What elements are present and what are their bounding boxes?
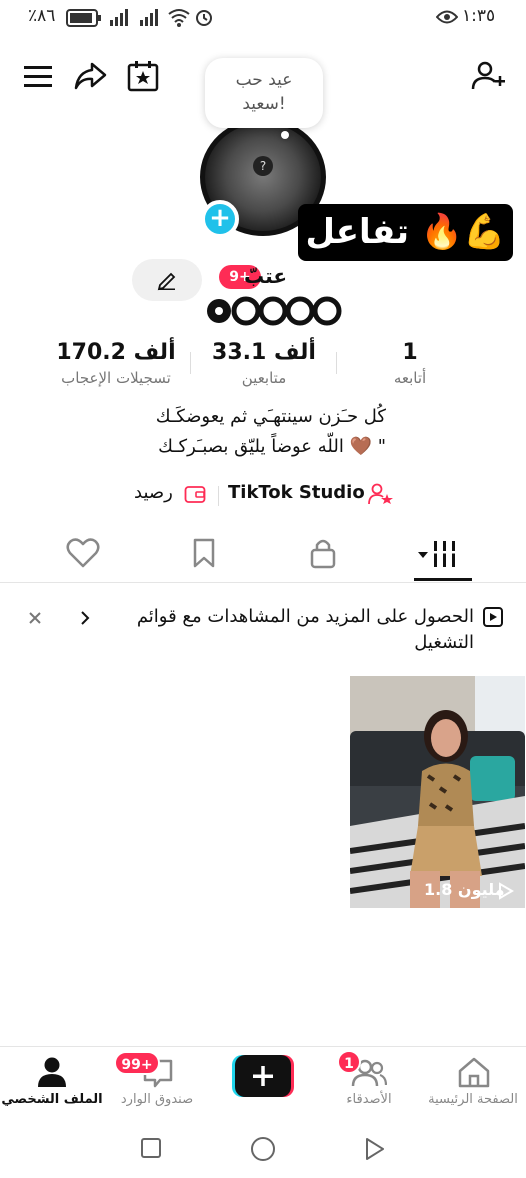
bubble-line-1: عيد حب xyxy=(235,70,293,90)
playlist-icon xyxy=(483,607,503,627)
videos-grid-tab[interactable] xyxy=(416,537,460,571)
nav-home[interactable]: الصفحة الرئيسية xyxy=(418,1050,526,1114)
nav-friends[interactable]: الأصدقاء xyxy=(314,1050,424,1114)
balance-link[interactable]: رصيد xyxy=(134,482,173,503)
profile-name: عتبّ xyxy=(244,264,287,288)
wallet-icon xyxy=(184,486,206,503)
chevron-right-icon[interactable] xyxy=(78,610,92,626)
creator-icon xyxy=(368,483,393,505)
signal-icon-2 xyxy=(140,9,158,26)
heart-icon[interactable] xyxy=(66,537,100,569)
create-button[interactable] xyxy=(232,1055,294,1097)
recents-icon[interactable] xyxy=(140,1137,162,1159)
bubble-line-2: سعيد! xyxy=(242,94,286,114)
lock-icon[interactable] xyxy=(308,536,338,570)
add-story-button[interactable]: + xyxy=(201,200,239,238)
menu-icon[interactable] xyxy=(20,58,56,94)
stat-likes-value[interactable]: 170.2 ألف xyxy=(46,340,186,365)
video-thumbnail-image xyxy=(350,676,525,908)
calendar-star-icon[interactable] xyxy=(125,58,161,94)
battery-percent: ٪٨٦ xyxy=(28,6,56,26)
active-tab-indicator xyxy=(414,578,472,581)
inbox-badge: 99+ xyxy=(114,1051,160,1075)
home-circle-icon[interactable] xyxy=(250,1136,276,1162)
alarm-icon xyxy=(196,10,212,26)
bio-line-1: كُل حـَزن سينتهـَي ثم يعوضكَـك xyxy=(155,406,386,427)
interact-banner: تفاعل 🔥💪 xyxy=(298,204,513,261)
bubble-tail xyxy=(281,131,289,139)
tabs-divider xyxy=(0,582,526,583)
bottom-nav-divider xyxy=(0,1046,526,1047)
stat-followers-value[interactable]: 33.1 ألف xyxy=(194,340,334,365)
nav-home-label: الصفحة الرئيسية xyxy=(428,1092,518,1107)
edit-profile-button[interactable] xyxy=(132,259,202,301)
nav-profile-label: الملف الشخصي xyxy=(1,1092,103,1107)
back-icon[interactable] xyxy=(364,1137,386,1161)
stat-following-label: أتابعه xyxy=(393,369,427,387)
clock: ١:٣٥ xyxy=(462,6,496,26)
bookmark-icon[interactable] xyxy=(190,536,218,570)
playlist-banner-text[interactable]: الحصول على المزيد من المشاهدات مع قوائم … xyxy=(114,604,474,656)
status-bubble[interactable]: عيد حب سعيد! xyxy=(205,58,323,128)
profile-icon xyxy=(38,1057,66,1087)
tiktok-studio-link[interactable]: TikTok Studio xyxy=(228,482,365,503)
share-icon[interactable] xyxy=(72,58,108,94)
video-view-count: 1.8 مليون xyxy=(424,880,505,899)
status-bar: ٪٨٦ ١:٣٥ xyxy=(0,0,526,34)
name-decoration xyxy=(207,296,342,326)
nav-inbox-label: صندوق الوارد xyxy=(120,1092,194,1107)
nav-friends-label: الأصدقاء xyxy=(346,1092,392,1107)
signal-icon xyxy=(110,9,128,26)
close-icon[interactable] xyxy=(27,610,43,626)
friends-badge: 1 xyxy=(337,1050,361,1074)
stat-followers-label: متابعين xyxy=(241,369,287,387)
add-friend-icon[interactable] xyxy=(470,58,506,94)
battery-icon xyxy=(66,9,101,27)
pencil-icon xyxy=(157,272,176,291)
row-divider xyxy=(218,486,219,506)
wifi-icon xyxy=(168,9,190,27)
stat-following-value[interactable]: 1 xyxy=(340,340,480,365)
avatar-placeholder-icon: ? xyxy=(253,156,273,176)
bio-line-2: اللّه عوضاً يليّق بصبـَركـك 🤎 " xyxy=(158,436,386,457)
video-thumbnail[interactable] xyxy=(350,676,525,908)
eye-icon xyxy=(436,10,458,24)
home-icon xyxy=(458,1057,490,1088)
nav-profile[interactable]: الملف الشخصي xyxy=(0,1050,104,1114)
stat-likes-label: تسجيلات الإعجاب xyxy=(61,369,171,387)
